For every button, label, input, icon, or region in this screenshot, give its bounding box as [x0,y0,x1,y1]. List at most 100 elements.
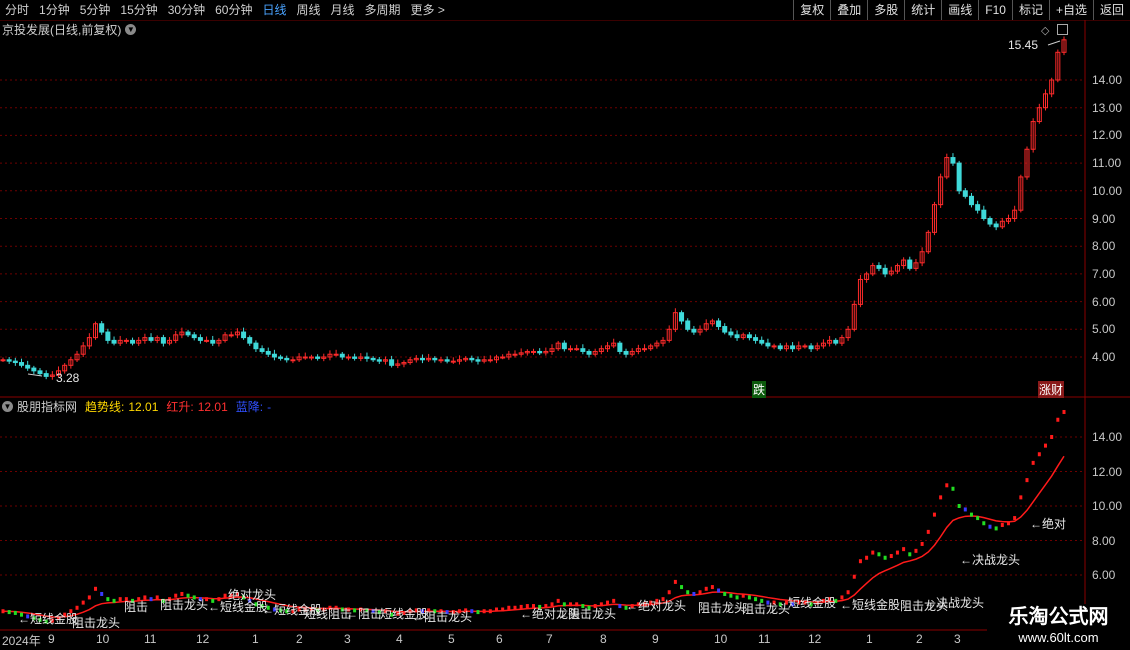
candle-body [210,339,216,344]
indicator-bar [877,552,881,557]
signal-annotation: ←短线金股 [840,598,901,612]
indicator-bar [957,504,961,508]
blue-fall-value: - [267,399,272,414]
candle-body [987,218,993,225]
watermark-title: 乐淘公式网 [1008,606,1109,628]
candle-body [123,339,129,342]
signal-annotation: 阻击龙头 [742,602,791,616]
signal-annotation: 阻击 [124,600,149,614]
indicator-bar [1043,443,1047,448]
x-tick-label: 3 [344,632,351,646]
y-tick-label: 6.00 [1092,294,1116,309]
x-tick-label: 12 [196,632,210,646]
indicator-bar [112,598,116,603]
candle-body [352,356,358,359]
signal-annotation: ←绝对龙头 [626,599,687,613]
indicator-bar [982,521,986,526]
candle-body [12,360,18,364]
signal-down-badge: 跌 [752,381,767,398]
indicator-bar [1056,417,1060,422]
candle-body [802,345,808,348]
candle-body [339,353,345,358]
candle-body [968,195,974,206]
indicator-bar [710,585,714,590]
candle-body [333,353,339,356]
candle-body [907,259,913,269]
candle-body [981,209,987,220]
candle-body [364,356,370,359]
signal-annotation: ←短线金股 [18,612,79,626]
x-tick-label: 10 [96,632,110,646]
chevron-down-icon[interactable]: ▼ [2,401,13,412]
indicator-bar [1025,478,1029,483]
candle-body [148,337,154,341]
candle-body [975,204,981,211]
candle-body [419,357,425,361]
indicator-bar [747,595,751,600]
indicator-bar [939,495,943,500]
y-tick-label: 12.00 [1092,464,1123,479]
indicator-bar [612,598,616,603]
candle-body [345,356,351,359]
candle-body [308,356,314,359]
indicator-bar [945,483,949,488]
x-tick-label: 9 [48,632,55,646]
candle-body [228,334,234,337]
candle-body [438,359,444,362]
indicator-bar [680,585,684,590]
trend-value: 12.01 [128,399,159,414]
candle-body [728,331,734,336]
indicator-bar [988,524,992,529]
indicator-bar [692,591,696,596]
candle-body [197,337,203,341]
candle-body [247,337,253,344]
x-tick-label: 2024年 [2,634,41,648]
high-price-label: 15.45 [1008,38,1039,52]
indicator-bar [87,595,91,600]
signal-annotation: ←阻击龙头 [556,607,617,621]
indicator-bar [889,554,893,559]
y-tick-label: 8.00 [1092,533,1116,548]
indicator-bar [858,559,862,564]
trend-line [2,455,1065,618]
indicator-bar [673,579,677,584]
indicator-bar [556,598,560,603]
candle-body [771,345,777,348]
signal-annotation: 阻击龙头 [72,616,121,630]
indicator-bar [494,607,498,612]
indicator-bar [476,610,480,615]
indicator-bar [1013,516,1017,521]
indicator-bar [926,529,930,534]
candle-body [642,348,648,351]
indicator-bar [1050,435,1054,439]
x-tick-label: 10 [714,632,728,646]
indicator-bar [704,586,708,591]
x-tick-label: 2 [296,632,303,646]
candle-body [370,357,376,361]
indicator-bar [606,600,610,605]
signal-annotation: ←决战龙头 [960,553,1021,567]
candle-body [586,350,592,355]
candle-body [160,337,166,344]
indicator-bar [94,586,98,591]
signal-annotation: ←绝对 [1030,517,1067,531]
candle-body [130,339,136,344]
candle-body [487,359,493,362]
indicator-bar [106,597,110,602]
candle-body [43,373,49,377]
candle-body [531,350,536,353]
y-tick-label: 11.00 [1092,156,1122,171]
candle-body [271,353,277,358]
candle-body [259,348,265,352]
indicator-bar [667,590,671,595]
watermark-url: www.60lt.com [1018,630,1099,645]
indicator-bar [994,526,998,531]
candle-body [469,357,475,361]
indicator-bar [729,593,733,598]
indicator-panel-title: ▼ 股朋指标网 趋势线: 12.01 红升: 12.01 蓝降: - [2,398,271,415]
y-tick-label: 5.00 [1092,322,1116,337]
signal-annotation: ←阻击龙头 [412,610,473,624]
candle-body [962,190,968,197]
indicator-bar [908,552,912,557]
x-tick-label: 5 [448,632,455,646]
